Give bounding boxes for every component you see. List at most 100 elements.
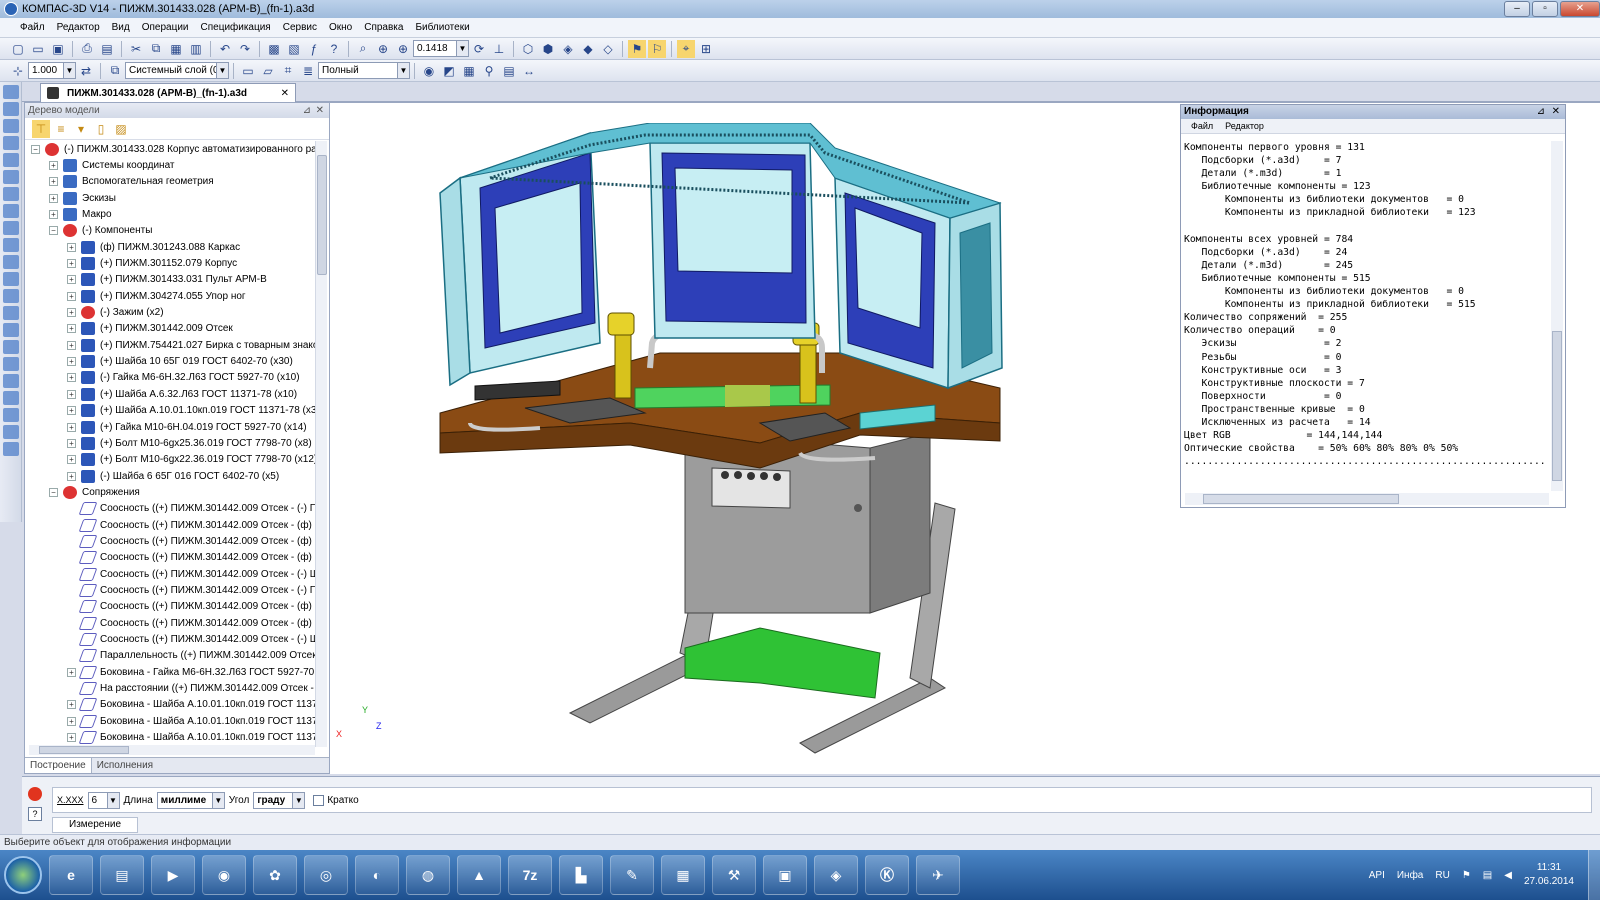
snap-icon[interactable]: ⌖ <box>677 39 695 58</box>
info-horizontal-scrollbar[interactable] <box>1185 493 1549 505</box>
preview-icon[interactable]: ▤ <box>98 40 116 58</box>
menu-view[interactable]: Вид <box>106 22 136 33</box>
taskbar-app-icon[interactable]: 7z <box>508 855 552 895</box>
welds-tool-icon[interactable] <box>2 374 19 388</box>
tree-node[interactable]: Соосность ((+) ПИЖМ.301442.009 Отсек - (… <box>25 631 315 647</box>
taskbar-app-icon[interactable]: ▙ <box>559 855 603 895</box>
tree-node[interactable]: + (+) ПИЖМ.301152.079 Корпус <box>25 255 315 271</box>
taskbar-app-icon[interactable]: ✈ <box>916 855 960 895</box>
pipes-tool-icon[interactable] <box>2 357 19 371</box>
chevron-down-icon[interactable]: ▼ <box>456 41 468 56</box>
tree-node[interactable]: Соосность ((+) ПИЖМ.301442.009 Отсек - (… <box>25 501 315 517</box>
collapse-icon[interactable]: − <box>31 144 40 154</box>
geometry-tool-icon[interactable] <box>2 85 19 99</box>
tree-node[interactable]: + (+) Гайка М10-6Н.04.019 ГОСТ 5927-70 (x… <box>25 419 315 435</box>
expand-icon[interactable]: + <box>49 210 58 220</box>
select-icon[interactable]: ⚐ <box>648 39 666 58</box>
tree-node[interactable]: Соосность ((+) ПИЖМ.301442.009 Отсек - (… <box>25 533 315 549</box>
views-tool-icon[interactable] <box>2 408 19 422</box>
expand-icon[interactable]: + <box>67 357 76 367</box>
maximize-button[interactable]: ▫ <box>1532 1 1558 17</box>
close-tab-icon[interactable]: ✕ <box>281 88 289 99</box>
expand-icon[interactable]: + <box>67 455 76 465</box>
spec-tool-icon[interactable] <box>2 221 19 235</box>
print-icon[interactable]: ⎙ <box>78 40 96 58</box>
info-vertical-scrollbar[interactable] <box>1551 141 1563 491</box>
tree-node[interactable]: − (-) ПИЖМ.301433.028 Корпус автоматизиро… <box>25 141 315 157</box>
filters-tool-icon[interactable] <box>2 204 19 218</box>
sketch-tool-icon[interactable] <box>2 102 19 116</box>
tab-versions[interactable]: Исполнения <box>92 758 158 773</box>
tree-node[interactable]: + (ф) ПИЖМ.301243.088 Каркас <box>25 239 315 255</box>
zoom-scale-combo[interactable]: 0.1418 ▼ <box>413 40 469 57</box>
fasteners-tool-icon[interactable] <box>2 340 19 354</box>
chevron-down-icon[interactable]: ▼ <box>216 63 228 78</box>
taskbar-app-icon[interactable]: ◉ <box>202 855 246 895</box>
chevron-down-icon[interactable]: ▼ <box>211 792 224 808</box>
measure-tool-icon[interactable] <box>2 187 19 201</box>
tree-node[interactable]: Параллельность ((+) ПИЖМ.301442.009 Отсе… <box>25 648 315 664</box>
document-tab[interactable]: ПИЖМ.301433.028 (АРМ-В)_(fn-1).a3d ✕ <box>40 83 296 102</box>
close-panel-icon[interactable]: ✕ <box>1552 105 1560 119</box>
orientation-icon[interactable]: ⊥ <box>490 40 508 58</box>
wireframe-icon[interactable]: ⬡ <box>519 40 537 58</box>
tree-node[interactable]: + Эскизы <box>25 190 315 206</box>
library-tool-icon[interactable] <box>2 442 19 456</box>
tree-node[interactable]: + Боковина - Гайка М6-6Н.32.Л63 ГОСТ 5927… <box>25 664 315 680</box>
dimension-icon[interactable]: ↔ <box>520 62 538 80</box>
cable-tool-icon[interactable] <box>2 391 19 405</box>
array-icon[interactable]: ▦ <box>460 62 478 80</box>
paste-icon[interactable]: ▦ <box>167 40 185 58</box>
tray-info[interactable]: Инфа <box>1397 870 1424 881</box>
expand-icon[interactable]: + <box>67 324 76 334</box>
rotate-icon[interactable]: ⟳ <box>470 40 488 58</box>
shaded-icon[interactable]: ◆ <box>579 40 597 58</box>
tree-node[interactable]: На расстоянии ((+) ПИЖМ.301442.009 Отсек… <box>25 680 315 696</box>
expand-icon[interactable]: + <box>67 259 76 269</box>
collapse-icon[interactable]: − <box>49 487 58 497</box>
collapse-icon[interactable]: − <box>49 226 58 236</box>
tree-node[interactable]: + (+) Болт М10-6gx22.36.019 ГОСТ 7798-70 … <box>25 452 315 468</box>
tree-node[interactable]: − Сопряжения <box>25 484 315 500</box>
tree-view-icon[interactable]: ≡ <box>52 120 70 138</box>
reports-tool-icon[interactable] <box>2 238 19 252</box>
sheet-tool-icon[interactable] <box>2 272 19 286</box>
tray-volume-icon[interactable]: ◀ <box>1504 870 1512 881</box>
tree-node[interactable]: + (+) Шайба А.6.32.Л63 ГОСТ 11371-78 (x10… <box>25 386 315 402</box>
tree-horizontal-scrollbar[interactable] <box>29 745 315 755</box>
chevron-down-icon[interactable]: ▼ <box>106 792 119 808</box>
chevron-down-icon[interactable]: ▼ <box>63 63 75 78</box>
chevron-down-icon[interactable]: ▼ <box>397 63 409 78</box>
help-icon[interactable]: ? <box>28 807 42 821</box>
tree-document-icon[interactable]: ▯ <box>92 120 110 138</box>
taskbar-app-icon[interactable]: ▣ <box>763 855 807 895</box>
hidden-lines-icon[interactable]: ⬢ <box>539 40 557 58</box>
tray-flag-icon[interactable]: ⚑ <box>1462 870 1471 881</box>
parameters-icon[interactable]: ⊞ <box>697 40 715 58</box>
shaded-edges-icon[interactable]: ◇ <box>599 40 617 58</box>
new-document-icon[interactable]: ▢ <box>9 40 27 58</box>
assembly-tool-icon[interactable] <box>2 306 19 320</box>
properties-icon[interactable]: ▥ <box>187 40 205 58</box>
aux-geometry-tool-icon[interactable] <box>2 170 19 184</box>
scroll-thumb[interactable] <box>317 155 327 275</box>
tree-node[interactable]: + Боковина - Шайба А.10.01.10кп.019 ГОСТ … <box>25 729 315 745</box>
info-menu-editor[interactable]: Редактор <box>1219 119 1270 133</box>
local-cs-icon[interactable]: ⊹ <box>9 62 27 80</box>
scroll-thumb[interactable] <box>39 746 129 754</box>
manager-icon[interactable]: ▩ <box>265 40 283 58</box>
show-desktop-button[interactable] <box>1588 850 1600 900</box>
tree-node[interactable]: + (+) Болт М10-6gx25.36.019 ГОСТ 7798-70 … <box>25 435 315 451</box>
taskbar-app-icon[interactable]: ◎ <box>304 855 348 895</box>
zoom-in-icon[interactable]: ⊕ <box>394 40 412 58</box>
tab-measure[interactable]: Измерение <box>52 817 138 833</box>
tray-network-icon[interactable]: ▤ <box>1483 870 1492 881</box>
taskbar-app-icon[interactable]: ▲ <box>457 855 501 895</box>
step-combo[interactable]: 1.000 ▼ <box>28 62 76 79</box>
tree-node[interactable]: + (+) ПИЖМ.301433.031 Пульт АРМ-В <box>25 272 315 288</box>
tree-node[interactable]: Соосность ((+) ПИЖМ.301442.009 Отсек - (… <box>25 582 315 598</box>
tree-vertical-scrollbar[interactable] <box>315 141 327 747</box>
menu-editor[interactable]: Редактор <box>51 22 106 33</box>
edit-tool-icon[interactable] <box>2 323 19 337</box>
tree-node[interactable]: Соосность ((+) ПИЖМ.301442.009 Отсек - (… <box>25 599 315 615</box>
